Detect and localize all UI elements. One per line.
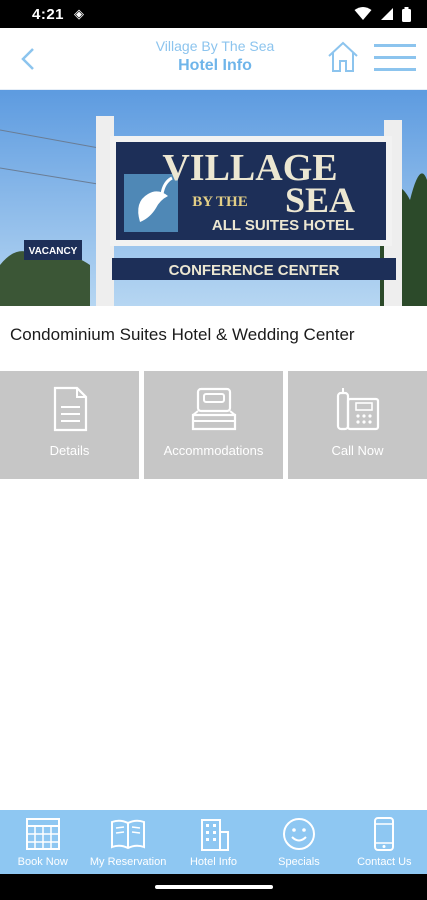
call-now-label: Call Now bbox=[331, 443, 384, 458]
status-time: 4:21 bbox=[32, 5, 65, 23]
system-navigation-bar bbox=[0, 874, 427, 900]
sign-all-suites-text: ALL SUITES HOTEL bbox=[212, 217, 354, 234]
app-header: Village By The Sea Hotel Info bbox=[0, 28, 427, 90]
nav-book-now[interactable]: Book Now bbox=[0, 810, 85, 874]
vacancy-sign-text: VACANCY bbox=[29, 246, 78, 257]
details-label: Details bbox=[49, 443, 90, 458]
nav-book-now-label: Book Now bbox=[17, 856, 68, 868]
header-titles: Village By The Sea Hotel Info bbox=[90, 37, 340, 77]
home-gesture-handle[interactable] bbox=[155, 885, 273, 889]
header-subtitle: Village By The Sea bbox=[155, 38, 275, 54]
sign-by-the-text: BY THE bbox=[192, 194, 247, 210]
info-tiles: Details Accommodations Call Now bbox=[0, 371, 427, 479]
hamburger-menu-icon[interactable] bbox=[374, 42, 416, 74]
nav-contact-us[interactable]: Contact Us bbox=[342, 810, 427, 874]
page-title: Hotel Info bbox=[178, 57, 252, 74]
nav-specials[interactable]: Specials bbox=[256, 810, 341, 874]
document-icon bbox=[53, 386, 87, 432]
smiley-icon bbox=[282, 818, 315, 850]
nav-my-reservation[interactable]: My Reservation bbox=[85, 810, 170, 874]
nav-my-reservation-label: My Reservation bbox=[89, 856, 167, 868]
sign-conference-text: CONFERENCE CENTER bbox=[169, 262, 340, 279]
home-icon[interactable] bbox=[327, 40, 359, 74]
accommodations-label: Accommodations bbox=[163, 443, 264, 458]
building-icon bbox=[200, 819, 229, 851]
signal-icon bbox=[381, 8, 393, 20]
status-bar: 4:21 ◈ bbox=[0, 0, 427, 28]
wifi-icon bbox=[354, 7, 372, 20]
call-now-tile[interactable]: Call Now bbox=[288, 371, 427, 479]
accommodations-tile[interactable]: Accommodations bbox=[144, 371, 283, 479]
nav-hotel-info-label: Hotel Info bbox=[189, 856, 238, 868]
nav-specials-label: Specials bbox=[278, 856, 320, 868]
hotel-tagline: Condominium Suites Hotel & Wedding Cente… bbox=[10, 325, 355, 344]
bed-icon bbox=[191, 387, 236, 431]
back-chevron-icon[interactable] bbox=[14, 44, 44, 74]
nav-hotel-info[interactable]: Hotel Info bbox=[171, 810, 256, 874]
details-tile[interactable]: Details bbox=[0, 371, 139, 479]
hotel-sign-image: VACANCY VILLAGE BY THE SEA ALL SUITES HO… bbox=[0, 90, 427, 306]
battery-icon bbox=[402, 6, 411, 22]
notification-icon: ◈ bbox=[74, 6, 85, 21]
book-icon bbox=[111, 819, 146, 850]
bottom-nav: Book Now My Reservation Hotel Info Speci… bbox=[0, 810, 427, 874]
phone-icon bbox=[336, 388, 379, 431]
mobile-icon bbox=[374, 817, 395, 851]
status-icons bbox=[354, 6, 411, 22]
calendar-icon bbox=[25, 818, 60, 850]
sign-sea-text: SEA bbox=[285, 180, 355, 220]
nav-contact-us-label: Contact Us bbox=[357, 856, 412, 868]
